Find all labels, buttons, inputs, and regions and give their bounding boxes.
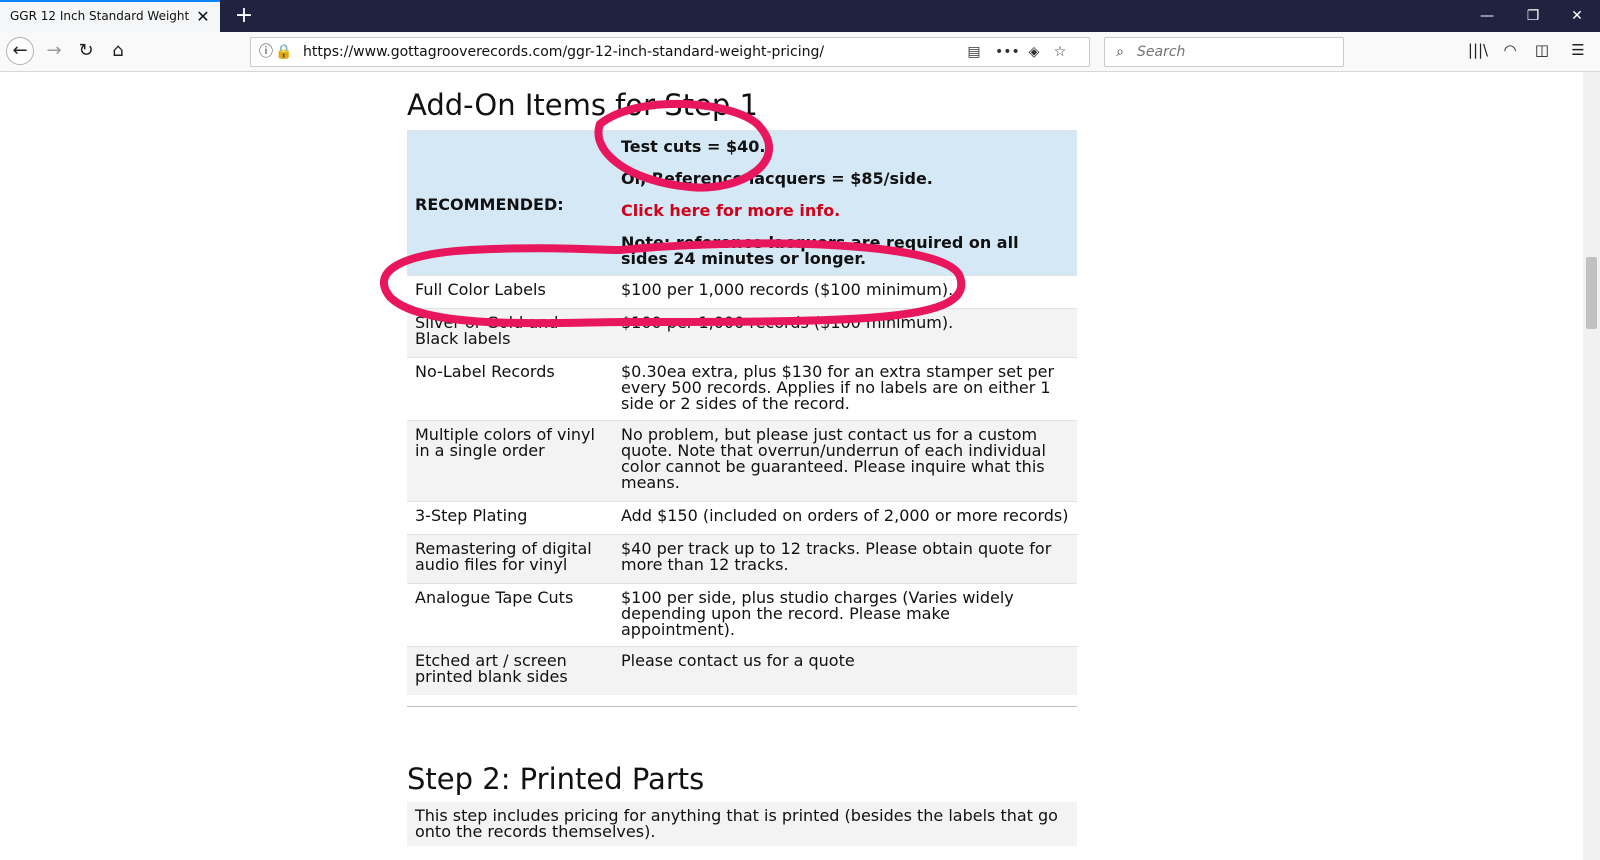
addon-pricing-table: RECOMMENDED: Test cuts = $40. Or, Refere… [407, 130, 1077, 695]
item-cell: Etched art / screen printed blank sides [407, 646, 613, 695]
price-cell: $100 per side, plus studio charges (Vari… [613, 583, 1077, 647]
table-row: Remastering of digital audio files for v… [407, 534, 1077, 584]
recommended-line: Test cuts = $40. [621, 137, 766, 156]
recommended-label: RECOMMENDED: [407, 130, 613, 276]
table-row: Silver or Gold and Black labels $100 per… [407, 308, 1077, 358]
search-placeholder: Search [1137, 44, 1186, 60]
url-bar[interactable]: ⓘ 🔒 https://www.gottagrooverecords.com/g… [250, 37, 1090, 67]
recommended-line: Or, Reference lacquers = $85/side. [621, 169, 933, 188]
lock-icon[interactable]: 🔒 [275, 43, 293, 61]
step2-intro: This step includes pricing for anything … [407, 802, 1077, 846]
close-tab-icon[interactable]: ✕ [194, 8, 212, 26]
search-bar[interactable]: ⌕ Search [1104, 37, 1344, 67]
page-actions-icon[interactable]: ••• [995, 43, 1020, 61]
back-icon[interactable]: ← [6, 37, 34, 65]
navigation-toolbar: ← → ↻ ⌂ ⓘ 🔒 https://www.gottagrooverecor… [0, 32, 1600, 72]
table-row: No-Label Records $0.30ea extra, plus $13… [407, 357, 1077, 421]
minimize-icon[interactable]: — [1464, 0, 1510, 32]
close-window-icon[interactable]: ✕ [1554, 0, 1600, 32]
price-cell: No problem, but please just contact us f… [613, 420, 1077, 502]
bookmark-star-icon[interactable]: ☆ [1051, 43, 1069, 61]
info-icon[interactable]: ⓘ [257, 43, 275, 61]
price-cell: $100 per 1,000 records ($100 minimum). [613, 308, 1077, 358]
price-cell: Add $150 (included on orders of 2,000 or… [613, 501, 1077, 535]
item-cell: Silver or Gold and Black labels [407, 308, 613, 358]
recommended-note: Note: reference lacquers are required on… [621, 233, 1019, 268]
table-row: 3-Step Plating Add $150 (included on ord… [407, 501, 1077, 535]
price-cell: $0.30ea extra, plus $130 for an extra st… [613, 357, 1077, 421]
reload-icon[interactable]: ↻ [72, 37, 100, 65]
forward-icon[interactable]: → [40, 37, 68, 65]
table-row: Analogue Tape Cuts $100 per side, plus s… [407, 583, 1077, 647]
tab-title: GGR 12 Inch Standard Weight Pricin [10, 9, 190, 23]
more-info-link[interactable]: Click here for more info. [621, 203, 1069, 219]
price-cell: $100 per 1,000 records ($100 minimum). [613, 275, 1077, 309]
recommended-details: Test cuts = $40. Or, Reference lacquers … [613, 130, 1077, 276]
pocket-icon[interactable]: ◈ [1025, 43, 1043, 61]
item-cell: Analogue Tape Cuts [407, 583, 613, 647]
table-row-recommended: RECOMMENDED: Test cuts = $40. Or, Refere… [407, 130, 1077, 276]
tab-strip: GGR 12 Inch Standard Weight Pricin ✕ + —… [0, 0, 1600, 32]
table-row: Multiple colors of vinyl in a single ord… [407, 420, 1077, 502]
section-heading: Add-On Items for Step 1 [407, 88, 758, 122]
item-cell: No-Label Records [407, 357, 613, 421]
price-cell: $40 per track up to 12 tracks. Please ob… [613, 534, 1077, 584]
step2-heading: Step 2: Printed Parts [407, 762, 705, 796]
scrollbar[interactable] [1583, 72, 1600, 860]
section-divider [407, 706, 1077, 707]
new-tab-icon[interactable]: + [232, 4, 256, 28]
item-cell: 3-Step Plating [407, 501, 613, 535]
sidebar-icon[interactable]: ◫ [1530, 38, 1554, 62]
extension-icon[interactable]: ◠ [1498, 38, 1522, 62]
item-cell: Multiple colors of vinyl in a single ord… [407, 420, 613, 502]
page-viewport: Add-On Items for Step 1 RECOMMENDED: Tes… [0, 72, 1582, 860]
table-row: Etched art / screen printed blank sides … [407, 646, 1077, 695]
scrollbar-thumb[interactable] [1586, 257, 1597, 329]
url-text[interactable]: https://www.gottagrooverecords.com/ggr-1… [303, 44, 824, 60]
price-cell: Please contact us for a quote [613, 646, 1077, 695]
item-cell: Remastering of digital audio files for v… [407, 534, 613, 584]
item-cell: Full Color Labels [407, 275, 613, 309]
restore-icon[interactable]: ❐ [1510, 0, 1556, 32]
search-icon: ⌕ [1116, 44, 1124, 60]
browser-tab[interactable]: GGR 12 Inch Standard Weight Pricin ✕ [0, 0, 220, 32]
table-row: Full Color Labels $100 per 1,000 records… [407, 275, 1077, 309]
library-icon[interactable]: |||\ [1466, 38, 1490, 62]
reader-view-icon[interactable]: ▤ [965, 43, 983, 61]
home-icon[interactable]: ⌂ [104, 37, 132, 65]
menu-icon[interactable]: ☰ [1566, 38, 1590, 62]
